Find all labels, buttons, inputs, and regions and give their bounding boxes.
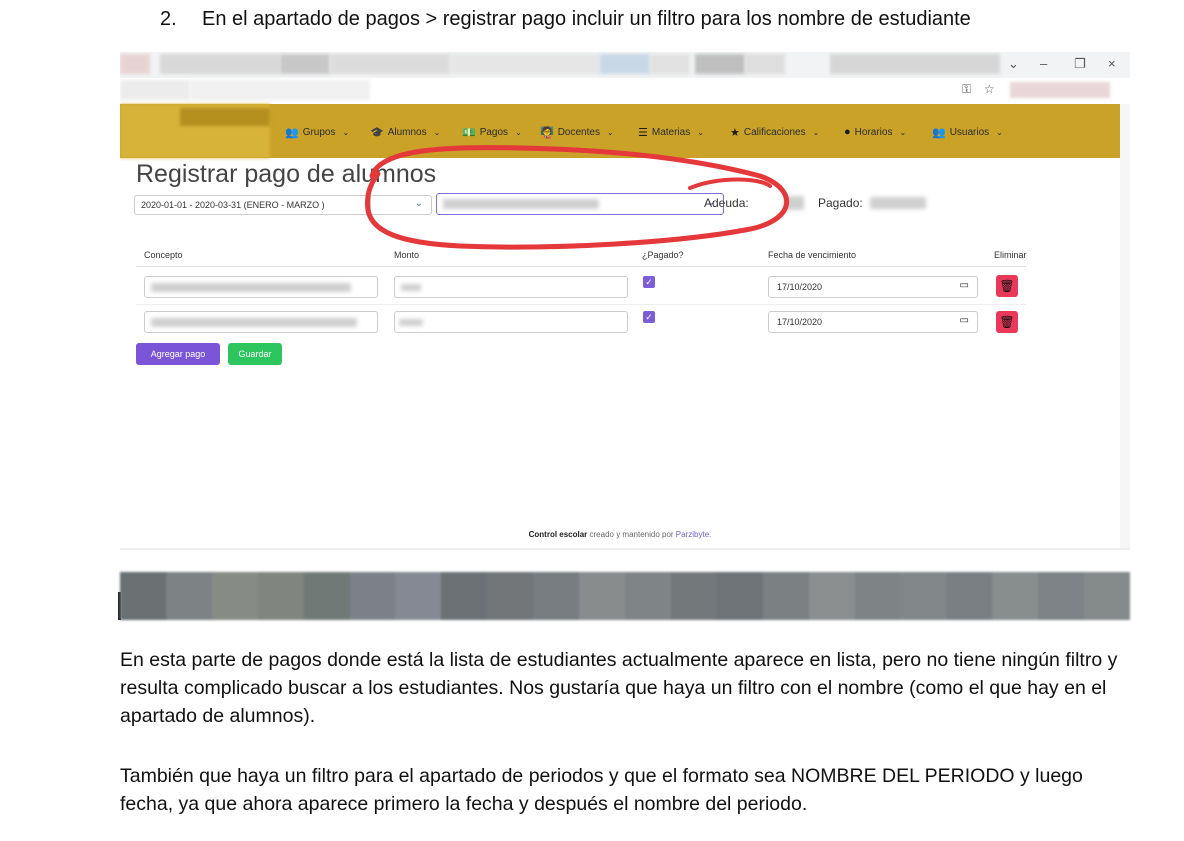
paragraph-1: En esta parte de pagos donde está la lis… bbox=[120, 649, 1118, 727]
blurred-taskbar bbox=[120, 572, 1130, 620]
paragraph-2: También que haya un filtro para el apart… bbox=[120, 765, 1083, 815]
